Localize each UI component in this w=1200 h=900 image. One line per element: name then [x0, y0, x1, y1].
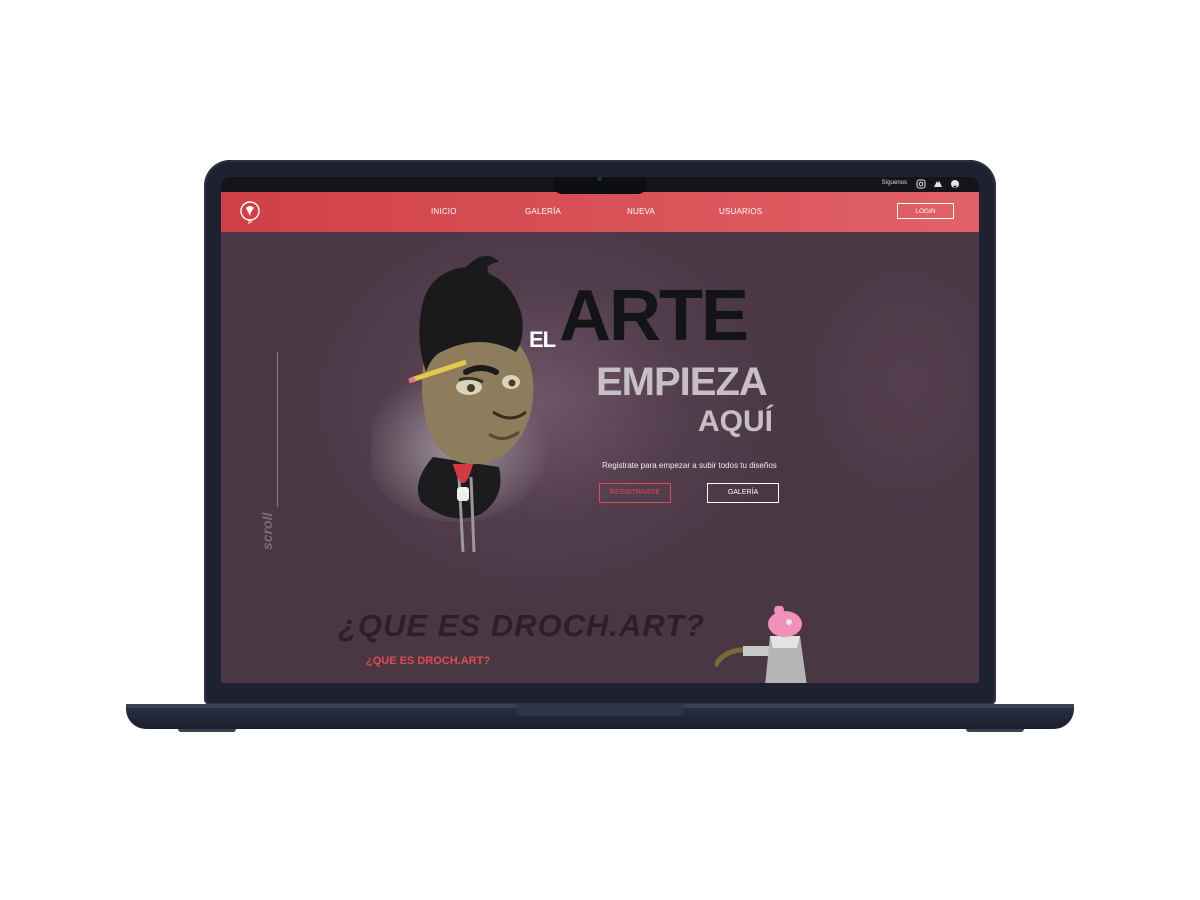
- hero-section: scroll EL ARTE EMPIEZA AQUÍ Registrate p…: [221, 232, 979, 683]
- gallery-button[interactable]: GALERÍA: [707, 483, 779, 503]
- register-button[interactable]: REGISTRARSE: [599, 483, 671, 503]
- instagram-icon[interactable]: [916, 179, 926, 189]
- github-icon[interactable]: [950, 179, 960, 189]
- laptop-foot-right: [966, 729, 1024, 732]
- nav-link-usuarios[interactable]: USUARIOS: [719, 207, 762, 216]
- hero-title-el: EL: [529, 327, 556, 352]
- login-button[interactable]: LOGIN: [897, 203, 954, 219]
- nav-link-inicio[interactable]: INICIO: [431, 207, 457, 216]
- behance-icon[interactable]: [933, 179, 943, 189]
- laptop-screen: Síguenos INICIO GALERÍA NUEVA USUARIOS L…: [221, 177, 979, 683]
- hero-subtitle: Registrate para empezar a subir todos tu…: [602, 461, 777, 470]
- character-illustration: [371, 255, 551, 553]
- section-heading: ¿QUE ES DROCH.ART?: [366, 655, 491, 667]
- scroll-indicator[interactable]: scroll: [259, 513, 275, 550]
- spray-mascot-illustration: [715, 606, 807, 683]
- hero-title-aqui: AQUÍ: [698, 405, 773, 438]
- droch-logo-icon[interactable]: [237, 199, 263, 225]
- camera-icon: [597, 176, 602, 181]
- nav-link-nueva[interactable]: NUEVA: [627, 207, 655, 216]
- scroll-line: [277, 352, 278, 507]
- nav-link-galeria[interactable]: GALERÍA: [525, 207, 561, 216]
- laptop-hinge-notch: [516, 704, 684, 716]
- hero-title-arte: ARTE: [559, 276, 749, 356]
- hero-title-empieza: EMPIEZA: [596, 360, 768, 404]
- follow-label: Síguenos: [881, 180, 907, 186]
- section-heading-shadow: ¿QUE ES DROCH.ART?: [338, 608, 706, 643]
- navbar: INICIO GALERÍA NUEVA USUARIOS LOGIN: [221, 192, 979, 232]
- laptop-foot-left: [178, 729, 236, 732]
- hero-glow-right: [781, 232, 979, 532]
